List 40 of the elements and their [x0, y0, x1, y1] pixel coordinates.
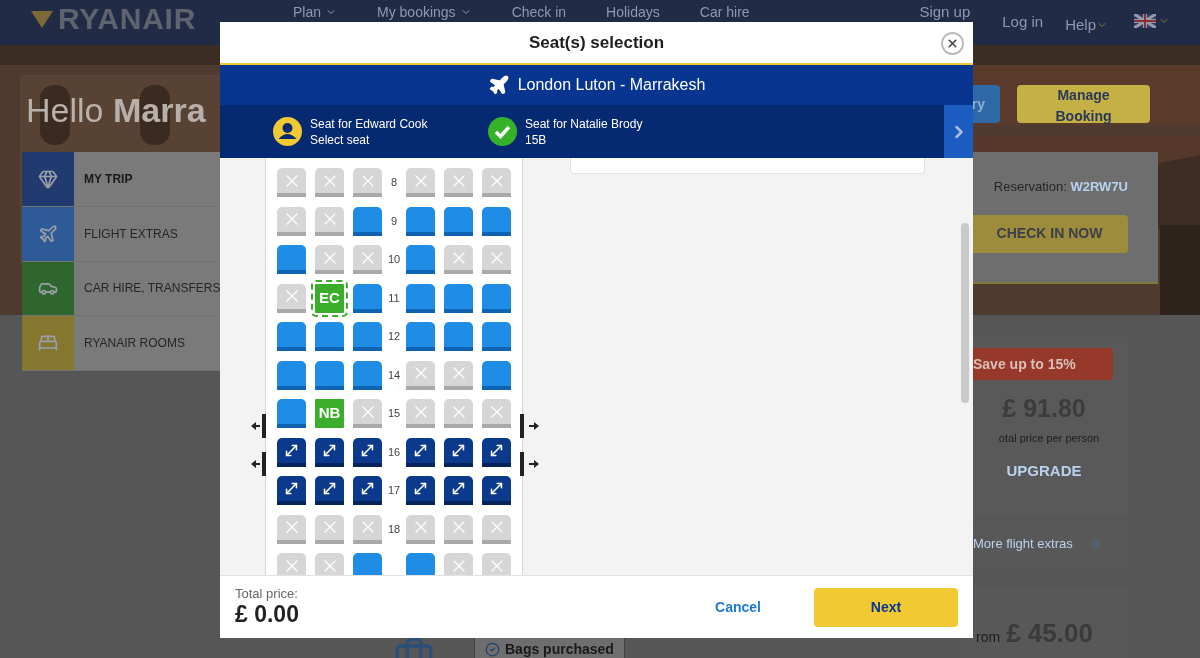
- row-number: 8: [390, 175, 398, 191]
- row-number: 15: [387, 406, 401, 422]
- nav-link[interactable]: Holidays: [606, 4, 660, 20]
- nav-link[interactable]: Log in: [1002, 14, 1044, 30]
- next-button[interactable]: Next: [814, 587, 958, 627]
- row-number: 11: [388, 290, 400, 306]
- nav-link[interactable]: Car hire: [699, 4, 750, 20]
- passenger-tab[interactable]: Seat for Edward Cook Select seat: [273, 115, 488, 148]
- upgrade-link[interactable]: UPGRADE: [1006, 460, 1082, 483]
- cancel-button[interactable]: Cancel: [715, 596, 761, 618]
- dialog-title: Seat(s) selection: [528, 31, 665, 54]
- passenger-name: Seat for Edward Cook: [310, 115, 428, 132]
- row-number: 14: [387, 367, 401, 383]
- seat[interactable]: EC: [311, 279, 348, 317]
- row-number: 17: [387, 483, 401, 499]
- price-prefix: rom: [976, 628, 1001, 648]
- nav-link[interactable]: Sign up: [919, 4, 971, 20]
- status-badge: Bags purchased: [474, 636, 625, 658]
- trip-menu-item[interactable]: RYANAIR ROOMS: [22, 316, 225, 371]
- row-number: 12: [387, 329, 401, 345]
- greeting-heading: Hello Marra: [26, 90, 206, 131]
- passenger-tab[interactable]: Seat for Natalie Brody 15B: [488, 115, 703, 148]
- nav-link[interactable]: Help: [1065, 14, 1108, 37]
- passenger-seat: Select seat: [310, 131, 428, 148]
- row-number: 18: [387, 521, 401, 537]
- more-flight-extras-link[interactable]: More flight extras: [973, 534, 1073, 554]
- total-price-label: Total price:: [235, 586, 299, 601]
- header-button[interactable]: Manage Booking: [1017, 85, 1150, 123]
- row-number: 10: [387, 252, 401, 268]
- nav-link[interactable]: Check in: [511, 4, 567, 20]
- passenger-seat: 15B: [525, 131, 643, 148]
- passenger-name: Seat for Natalie Brody: [525, 115, 643, 132]
- row-number: 9: [390, 213, 398, 229]
- logo-text: RYANAIR: [58, 4, 197, 34]
- total-price: £ 0.00: [235, 601, 299, 628]
- row-number: 16: [387, 444, 401, 460]
- reservation-number: Reservation: W2RW7U: [993, 178, 1128, 196]
- route-title: London Luton - Marrakesh: [517, 75, 706, 95]
- nav-link[interactable]: My bookings: [377, 4, 472, 20]
- nav-link[interactable]: Plan: [293, 4, 338, 20]
